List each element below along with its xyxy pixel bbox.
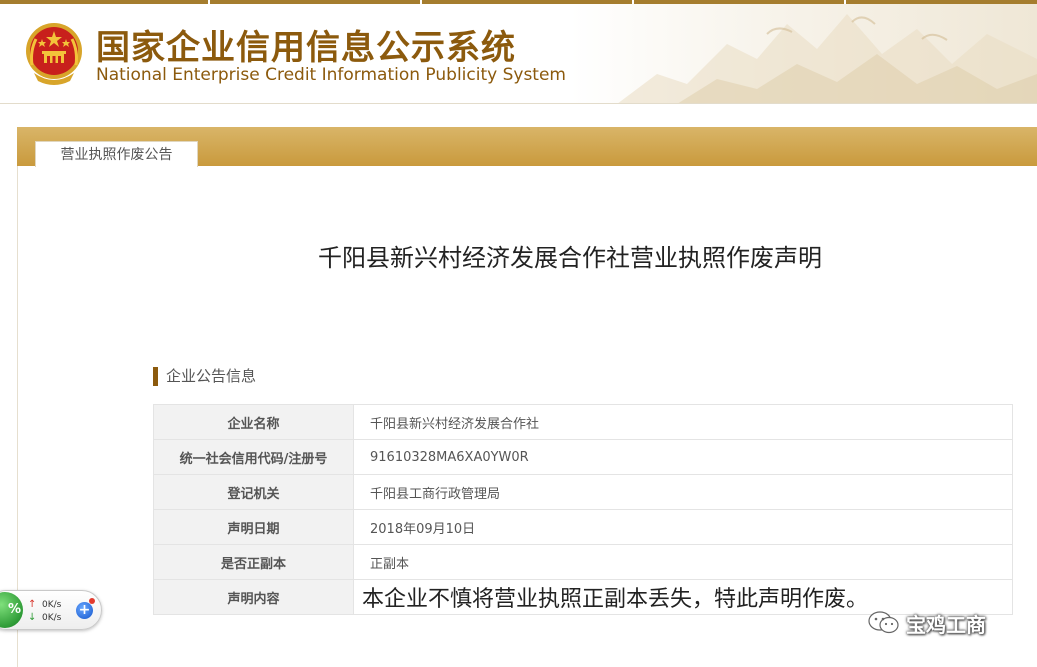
network-percent-ball[interactable]: % bbox=[0, 592, 23, 628]
upload-arrow-icon: ↑ bbox=[28, 599, 37, 610]
site-header: 国家企业信用信息公示系统 National Enterprise Credit … bbox=[0, 0, 1037, 104]
table-row: 企业名称 千阳县新兴村经济发展合作社 bbox=[153, 404, 1013, 440]
row-key-statement-date: 声明日期 bbox=[153, 509, 354, 545]
notification-dot bbox=[89, 598, 95, 604]
table-row: 统一社会信用代码/注册号 91610328MA6XA0YW0R bbox=[153, 439, 1013, 475]
section-label: 企业公告信息 bbox=[166, 367, 257, 385]
tab-license-void-notice[interactable]: 营业执照作废公告 bbox=[35, 141, 198, 167]
table-row: 是否正副本 正副本 bbox=[153, 544, 1013, 580]
row-value-statement-date: 2018年09月10日 bbox=[353, 509, 1013, 545]
section-marker bbox=[153, 367, 158, 386]
mountains-decoration bbox=[618, 14, 1037, 103]
notice-info-table: 企业名称 千阳县新兴村经济发展合作社 统一社会信用代码/注册号 91610328… bbox=[153, 404, 1013, 615]
row-value-credit-code: 91610328MA6XA0YW0R bbox=[353, 439, 1013, 475]
row-value-registration-authority: 千阳县工商行政管理局 bbox=[353, 474, 1013, 510]
site-title-cn: 国家企业信用信息公示系统 bbox=[96, 28, 516, 68]
table-row: 声明日期 2018年09月10日 bbox=[153, 509, 1013, 545]
download-rate: 0K/s bbox=[42, 613, 62, 623]
row-value-enterprise-name: 千阳县新兴村经济发展合作社 bbox=[353, 404, 1013, 440]
row-key-credit-code: 统一社会信用代码/注册号 bbox=[153, 439, 354, 475]
expand-plus-button[interactable]: + bbox=[76, 602, 93, 619]
row-key-registration-authority: 登记机关 bbox=[153, 474, 354, 510]
wechat-icon bbox=[868, 611, 899, 634]
row-key-enterprise-name: 企业名称 bbox=[153, 404, 354, 440]
watermark-text: 宝鸡工商 bbox=[906, 612, 986, 637]
site-title-en: National Enterprise Credit Information P… bbox=[96, 65, 566, 85]
row-value-copy-type: 正副本 bbox=[353, 544, 1013, 580]
national-emblem-icon bbox=[26, 23, 82, 85]
notice-title: 千阳县新兴村经济发展合作社营业执照作废声明 bbox=[318, 244, 822, 272]
network-speed-widget[interactable]: % ↑ 0K/s ↓ 0K/s + bbox=[0, 590, 102, 630]
wechat-watermark: 宝鸡工商 bbox=[868, 608, 986, 638]
row-key-statement-content: 声明内容 bbox=[153, 579, 354, 615]
row-key-copy-type: 是否正副本 bbox=[153, 544, 354, 580]
upload-rate: 0K/s bbox=[42, 600, 62, 610]
download-arrow-icon: ↓ bbox=[28, 612, 37, 623]
table-row: 登记机关 千阳县工商行政管理局 bbox=[153, 474, 1013, 510]
